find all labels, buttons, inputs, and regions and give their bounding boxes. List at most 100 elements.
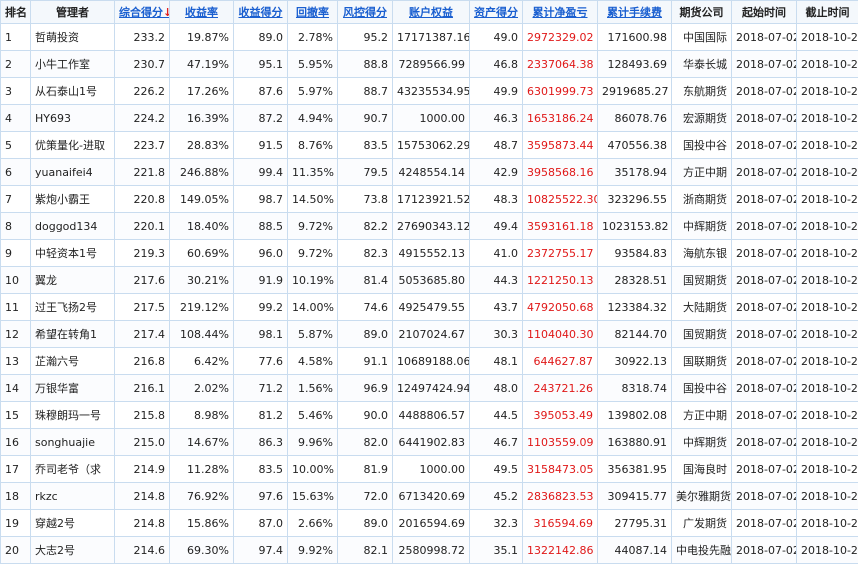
return-score-cell: 87.2 <box>233 104 288 132</box>
start-time-cell: 2018-07-02 <box>731 266 797 294</box>
rank-cell: 10 <box>0 266 31 294</box>
header-label: 管理者 <box>56 6 89 19</box>
risk-score-cell: 83.5 <box>337 131 393 159</box>
sort-desc-arrow-icon[interactable]: ↓ <box>163 6 169 19</box>
composite-score-cell: 215.0 <box>114 428 170 456</box>
cumulative-fees-cell: 470556.38 <box>597 131 672 159</box>
return-rate-cell: 14.67% <box>169 428 234 456</box>
table-row: 6 yuanaifei4 221.8 246.88% 99.4 11.35% 79.5 424… <box>0 158 858 186</box>
risk-score-cell: 81.9 <box>337 455 393 483</box>
rank-cell: 2 <box>0 50 31 78</box>
start-time-cell: 2018-07-02 <box>731 347 797 375</box>
end-time-cell: 2018-10-23 <box>796 131 858 159</box>
asset-score-cell: 49.0 <box>469 23 523 51</box>
header-asset-score[interactable]: 资产得分 <box>469 0 523 24</box>
composite-score-cell: 219.3 <box>114 239 170 267</box>
table-row: 19 穿越2号 214.8 15.86% 87.0 2.66% 89.0 2016594.69… <box>0 509 858 537</box>
futures-company-cell: 中辉期货 <box>671 428 732 456</box>
futures-company-cell: 海航东银 <box>671 239 732 267</box>
table-row: 14 万银华富 216.1 2.02% 71.2 1.56% 96.9 12497424.94… <box>0 374 858 402</box>
composite-score-cell: 217.6 <box>114 266 170 294</box>
return-score-cell: 71.2 <box>233 374 288 402</box>
account-equity-cell: 6713420.69 <box>392 482 470 510</box>
return-rate-cell: 19.87% <box>169 23 234 51</box>
cumulative-fees-cell: 8318.74 <box>597 374 672 402</box>
header-cumulative-net-pnl[interactable]: 累计净盈亏 <box>522 0 598 24</box>
end-time-cell: 2018-10-23 <box>796 293 858 321</box>
table-row: 15 珠穆朗玛一号 215.8 8.98% 81.2 5.46% 90.0 4488806.5… <box>0 401 858 429</box>
cumulative-fees-cell: 309415.77 <box>597 482 672 510</box>
header-label: 累计净盈亏 <box>532 6 588 19</box>
header-composite-score[interactable]: 综合得分↓ <box>114 0 170 24</box>
asset-score-cell: 43.7 <box>469 293 523 321</box>
account-equity-cell: 1000.00 <box>392 104 470 132</box>
risk-score-cell: 90.7 <box>337 104 393 132</box>
start-time-cell: 2018-07-02 <box>731 239 797 267</box>
end-time-cell: 2018-10-23 <box>796 23 858 51</box>
table-row: 18 rkzc 214.8 76.92% 97.6 15.63% 72.0 6713420.6… <box>0 482 858 510</box>
table-row: 9 中轻资本1号 219.3 60.69% 96.0 9.72% 82.3 4915552.1… <box>0 239 858 267</box>
return-rate-cell: 16.39% <box>169 104 234 132</box>
cumulative-net-pnl-cell: 10825522.30 <box>522 185 598 213</box>
header-risk-score[interactable]: 风控得分 <box>337 0 393 24</box>
return-rate-cell: 149.05% <box>169 185 234 213</box>
drawdown-rate-cell: 14.00% <box>287 293 338 321</box>
return-rate-cell: 76.92% <box>169 482 234 510</box>
table-row: 12 希望在转角1 217.4 108.44% 98.1 5.87% 89.0 2107024… <box>0 320 858 348</box>
drawdown-rate-cell: 9.72% <box>287 212 338 240</box>
manager-cell: yuanaifei4 <box>30 158 115 186</box>
cumulative-net-pnl-cell: 3158473.05 <box>522 455 598 483</box>
header-drawdown-rate[interactable]: 回撤率 <box>287 0 338 24</box>
futures-company-cell: 方正中期 <box>671 158 732 186</box>
header-manager: 管理者 <box>30 0 115 24</box>
return-rate-cell: 8.98% <box>169 401 234 429</box>
cumulative-fees-cell: 139802.08 <box>597 401 672 429</box>
header-label: 资产得分 <box>474 6 518 19</box>
table-row: 20 大志2号 214.6 69.30% 97.4 9.92% 82.1 2580998.72… <box>0 536 858 564</box>
risk-score-cell: 72.0 <box>337 482 393 510</box>
rank-cell: 6 <box>0 158 31 186</box>
start-time-cell: 2018-07-02 <box>731 536 797 564</box>
return-score-cell: 87.0 <box>233 509 288 537</box>
return-score-cell: 91.9 <box>233 266 288 294</box>
futures-company-cell: 广发期货 <box>671 509 732 537</box>
header-label: 账户权益 <box>409 6 453 19</box>
cumulative-net-pnl-cell: 3595873.44 <box>522 131 598 159</box>
rank-cell: 13 <box>0 347 31 375</box>
start-time-cell: 2018-07-02 <box>731 77 797 105</box>
manager-cell: 穿越2号 <box>30 509 115 537</box>
header-return-rate[interactable]: 收益率 <box>169 0 234 24</box>
cumulative-net-pnl-cell: 3958568.16 <box>522 158 598 186</box>
futures-company-cell: 中国国际 <box>671 23 732 51</box>
return-rate-cell: 108.44% <box>169 320 234 348</box>
manager-cell: 哲萌投资 <box>30 23 115 51</box>
composite-score-cell: 230.7 <box>114 50 170 78</box>
header-account-equity[interactable]: 账户权益 <box>392 0 470 24</box>
return-score-cell: 88.5 <box>233 212 288 240</box>
end-time-cell: 2018-10-22 <box>796 347 858 375</box>
end-time-cell: 2018-10-23 <box>796 428 858 456</box>
start-time-cell: 2018-07-02 <box>731 320 797 348</box>
account-equity-cell: 2107024.67 <box>392 320 470 348</box>
manager-cell: 芷瀚六号 <box>30 347 115 375</box>
rank-cell: 20 <box>0 536 31 564</box>
header-return-score[interactable]: 收益得分 <box>233 0 288 24</box>
end-time-cell: 2018-10-23 <box>796 509 858 537</box>
rank-cell: 11 <box>0 293 31 321</box>
drawdown-rate-cell: 10.00% <box>287 455 338 483</box>
cumulative-net-pnl-cell: 1322142.86 <box>522 536 598 564</box>
futures-company-cell: 方正中期 <box>671 401 732 429</box>
header-cumulative-fees[interactable]: 累计手续费 <box>597 0 672 24</box>
header-label: 收益率 <box>185 6 218 19</box>
account-equity-cell: 17123921.52 <box>392 185 470 213</box>
header-end-time: 截止时间 <box>796 0 858 24</box>
drawdown-rate-cell: 5.97% <box>287 77 338 105</box>
asset-score-cell: 48.3 <box>469 185 523 213</box>
futures-company-cell: 浙商期货 <box>671 185 732 213</box>
return-score-cell: 97.4 <box>233 536 288 564</box>
drawdown-rate-cell: 5.87% <box>287 320 338 348</box>
asset-score-cell: 35.1 <box>469 536 523 564</box>
end-time-cell: 2018-10-23 <box>796 50 858 78</box>
start-time-cell: 2018-07-02 <box>731 23 797 51</box>
drawdown-rate-cell: 8.76% <box>287 131 338 159</box>
